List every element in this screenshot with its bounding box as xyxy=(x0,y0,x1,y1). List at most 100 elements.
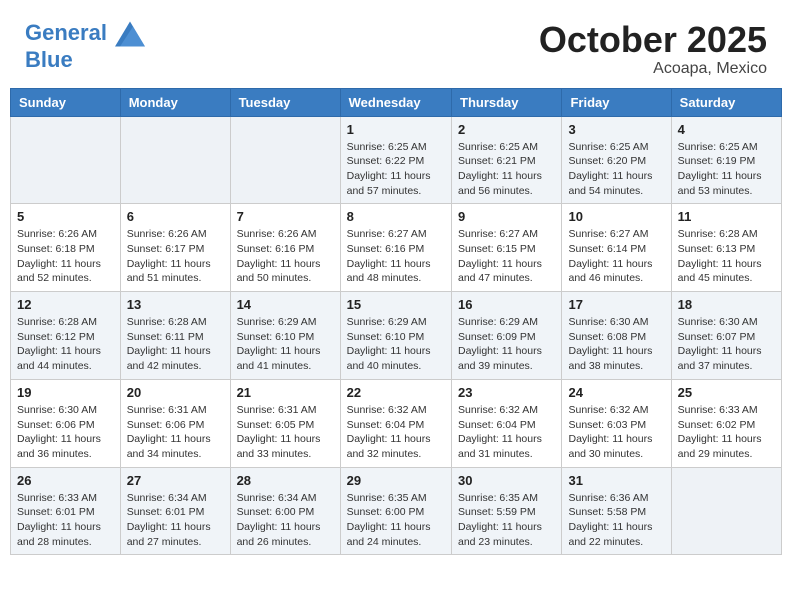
day-number: 13 xyxy=(127,297,224,312)
table-row: 6Sunrise: 6:26 AM Sunset: 6:17 PM Daylig… xyxy=(120,204,230,292)
table-row: 10 Sunrise: 6:27 AM Sunset: 6:14 PM Dayli… xyxy=(562,204,671,292)
day-info: Sunrise: 6:27 AM Sunset: 6:15 PM Dayligh… xyxy=(458,227,555,286)
day-info: Sunrise: 6:27 AM Sunset: 6:16 PM Dayligh… xyxy=(347,227,445,286)
day-info: Sunrise: 6:29 AM Sunset: 6:10 PM Dayligh… xyxy=(237,315,334,374)
header-saturday: Saturday xyxy=(671,88,781,116)
day-info: Sunrise: 6:25 AM Sunset: 6:20 PM Dayligh… xyxy=(568,140,664,199)
day-number: 29 xyxy=(347,473,445,488)
table-row: 18 Sunrise: 6:30 AM Sunset: 6:07 PM Dayli… xyxy=(671,292,781,380)
table-row: 27 Sunrise: 6:34 AM Sunset: 6:01 PM Dayli… xyxy=(120,467,230,555)
day-number: 4 xyxy=(678,122,775,137)
location-subtitle: Acoapa, Mexico xyxy=(539,60,767,78)
table-row: 13 Sunrise: 6:28 AM Sunset: 6:11 PM Dayli… xyxy=(120,292,230,380)
day-number: 11 xyxy=(678,209,775,224)
day-info: Sunrise: 6:30 AM Sunset: 6:07 PM Dayligh… xyxy=(678,315,775,374)
table-row: 5Sunrise: 6:26 AM Sunset: 6:18 PM Daylig… xyxy=(11,204,121,292)
day-info: Sunrise: 6:28 AM Sunset: 6:11 PM Dayligh… xyxy=(127,315,224,374)
table-row: 17Sunrise: 6:30 AM Sunset: 6:08 PM Dayli… xyxy=(562,292,671,380)
day-number: 16 xyxy=(458,297,555,312)
table-row: 3 Sunrise: 6:25 AM Sunset: 6:20 PM Daylig… xyxy=(562,116,671,204)
table-row: 20 Sunrise: 6:31 AM Sunset: 6:06 PM Dayli… xyxy=(120,379,230,467)
day-info: Sunrise: 6:32 AM Sunset: 6:04 PM Dayligh… xyxy=(458,403,555,462)
day-info: Sunrise: 6:31 AM Sunset: 6:05 PM Dayligh… xyxy=(237,403,334,462)
title-section: October 2025 Acoapa, Mexico xyxy=(539,20,767,78)
header-thursday: Thursday xyxy=(452,88,562,116)
table-row: 16 Sunrise: 6:29 AM Sunset: 6:09 PM Dayli… xyxy=(452,292,562,380)
table-row: 28Sunrise: 6:34 AM Sunset: 6:00 PM Dayli… xyxy=(230,467,340,555)
table-row: 12Sunrise: 6:28 AM Sunset: 6:12 PM Dayli… xyxy=(11,292,121,380)
day-number: 21 xyxy=(237,385,334,400)
day-number: 27 xyxy=(127,473,224,488)
header-tuesday: Tuesday xyxy=(230,88,340,116)
day-info: Sunrise: 6:25 AM Sunset: 6:22 PM Dayligh… xyxy=(347,140,445,199)
table-row: 31 Sunrise: 6:36 AM Sunset: 5:58 PM Dayli… xyxy=(562,467,671,555)
page-header: General Blue October 2025 Acoapa, Mexico xyxy=(10,10,782,83)
day-info: Sunrise: 6:26 AM Sunset: 6:18 PM Dayligh… xyxy=(17,227,114,286)
calendar-week-row: 12Sunrise: 6:28 AM Sunset: 6:12 PM Dayli… xyxy=(11,292,782,380)
day-info: Sunrise: 6:27 AM Sunset: 6:14 PM Dayligh… xyxy=(568,227,664,286)
table-row: 8 Sunrise: 6:27 AM Sunset: 6:16 PM Daylig… xyxy=(340,204,451,292)
table-row: 29 Sunrise: 6:35 AM Sunset: 6:00 PM Dayli… xyxy=(340,467,451,555)
table-row: 9Sunrise: 6:27 AM Sunset: 6:15 PM Daylig… xyxy=(452,204,562,292)
table-row: 21 Sunrise: 6:31 AM Sunset: 6:05 PM Dayli… xyxy=(230,379,340,467)
day-number: 30 xyxy=(458,473,555,488)
table-row: 30 Sunrise: 6:35 AM Sunset: 5:59 PM Dayli… xyxy=(452,467,562,555)
day-number: 2 xyxy=(458,122,555,137)
table-row: 25Sunrise: 6:33 AM Sunset: 6:02 PM Dayli… xyxy=(671,379,781,467)
table-row: 11 Sunrise: 6:28 AM Sunset: 6:13 PM Dayli… xyxy=(671,204,781,292)
table-row: 1 Sunrise: 6:25 AM Sunset: 6:22 PM Daylig… xyxy=(340,116,451,204)
calendar-week-row: 19Sunrise: 6:30 AM Sunset: 6:06 PM Dayli… xyxy=(11,379,782,467)
day-info: Sunrise: 6:26 AM Sunset: 6:16 PM Dayligh… xyxy=(237,227,334,286)
logo-blue: Blue xyxy=(25,48,145,72)
table-row xyxy=(11,116,121,204)
logo-text: General xyxy=(25,20,145,48)
day-info: Sunrise: 6:33 AM Sunset: 6:02 PM Dayligh… xyxy=(678,403,775,462)
month-title: October 2025 xyxy=(539,20,767,60)
day-number: 1 xyxy=(347,122,445,137)
day-info: Sunrise: 6:32 AM Sunset: 6:04 PM Dayligh… xyxy=(347,403,445,462)
day-number: 7 xyxy=(237,209,334,224)
calendar-week-row: 26 Sunrise: 6:33 AM Sunset: 6:01 PM Dayli… xyxy=(11,467,782,555)
day-number: 10 xyxy=(568,209,664,224)
table-row: 19Sunrise: 6:30 AM Sunset: 6:06 PM Dayli… xyxy=(11,379,121,467)
table-row xyxy=(230,116,340,204)
day-info: Sunrise: 6:35 AM Sunset: 5:59 PM Dayligh… xyxy=(458,491,555,550)
header-wednesday: Wednesday xyxy=(340,88,451,116)
day-info: Sunrise: 6:25 AM Sunset: 6:19 PM Dayligh… xyxy=(678,140,775,199)
header-monday: Monday xyxy=(120,88,230,116)
day-info: Sunrise: 6:28 AM Sunset: 6:12 PM Dayligh… xyxy=(17,315,114,374)
day-info: Sunrise: 6:25 AM Sunset: 6:21 PM Dayligh… xyxy=(458,140,555,199)
day-number: 20 xyxy=(127,385,224,400)
logo: General Blue xyxy=(25,20,145,72)
day-info: Sunrise: 6:28 AM Sunset: 6:13 PM Dayligh… xyxy=(678,227,775,286)
day-number: 18 xyxy=(678,297,775,312)
calendar-header-row: Sunday Monday Tuesday Wednesday Thursday… xyxy=(11,88,782,116)
day-number: 22 xyxy=(347,385,445,400)
day-number: 3 xyxy=(568,122,664,137)
day-number: 31 xyxy=(568,473,664,488)
calendar-table: Sunday Monday Tuesday Wednesday Thursday… xyxy=(10,88,782,556)
day-info: Sunrise: 6:32 AM Sunset: 6:03 PM Dayligh… xyxy=(568,403,664,462)
day-info: Sunrise: 6:29 AM Sunset: 6:10 PM Dayligh… xyxy=(347,315,445,374)
day-number: 26 xyxy=(17,473,114,488)
day-info: Sunrise: 6:36 AM Sunset: 5:58 PM Dayligh… xyxy=(568,491,664,550)
day-number: 24 xyxy=(568,385,664,400)
day-info: Sunrise: 6:34 AM Sunset: 6:01 PM Dayligh… xyxy=(127,491,224,550)
day-info: Sunrise: 6:31 AM Sunset: 6:06 PM Dayligh… xyxy=(127,403,224,462)
table-row: 22 Sunrise: 6:32 AM Sunset: 6:04 PM Dayli… xyxy=(340,379,451,467)
logo-icon xyxy=(115,20,145,48)
table-row: 4 Sunrise: 6:25 AM Sunset: 6:19 PM Daylig… xyxy=(671,116,781,204)
table-row: 23Sunrise: 6:32 AM Sunset: 6:04 PM Dayli… xyxy=(452,379,562,467)
table-row xyxy=(671,467,781,555)
table-row: 2 Sunrise: 6:25 AM Sunset: 6:21 PM Daylig… xyxy=(452,116,562,204)
day-info: Sunrise: 6:29 AM Sunset: 6:09 PM Dayligh… xyxy=(458,315,555,374)
day-info: Sunrise: 6:35 AM Sunset: 6:00 PM Dayligh… xyxy=(347,491,445,550)
day-number: 14 xyxy=(237,297,334,312)
calendar-week-row: 5Sunrise: 6:26 AM Sunset: 6:18 PM Daylig… xyxy=(11,204,782,292)
day-number: 8 xyxy=(347,209,445,224)
day-info: Sunrise: 6:30 AM Sunset: 6:08 PM Dayligh… xyxy=(568,315,664,374)
day-info: Sunrise: 6:33 AM Sunset: 6:01 PM Dayligh… xyxy=(17,491,114,550)
table-row: 14 Sunrise: 6:29 AM Sunset: 6:10 PM Dayli… xyxy=(230,292,340,380)
calendar-week-row: 1 Sunrise: 6:25 AM Sunset: 6:22 PM Daylig… xyxy=(11,116,782,204)
day-number: 19 xyxy=(17,385,114,400)
